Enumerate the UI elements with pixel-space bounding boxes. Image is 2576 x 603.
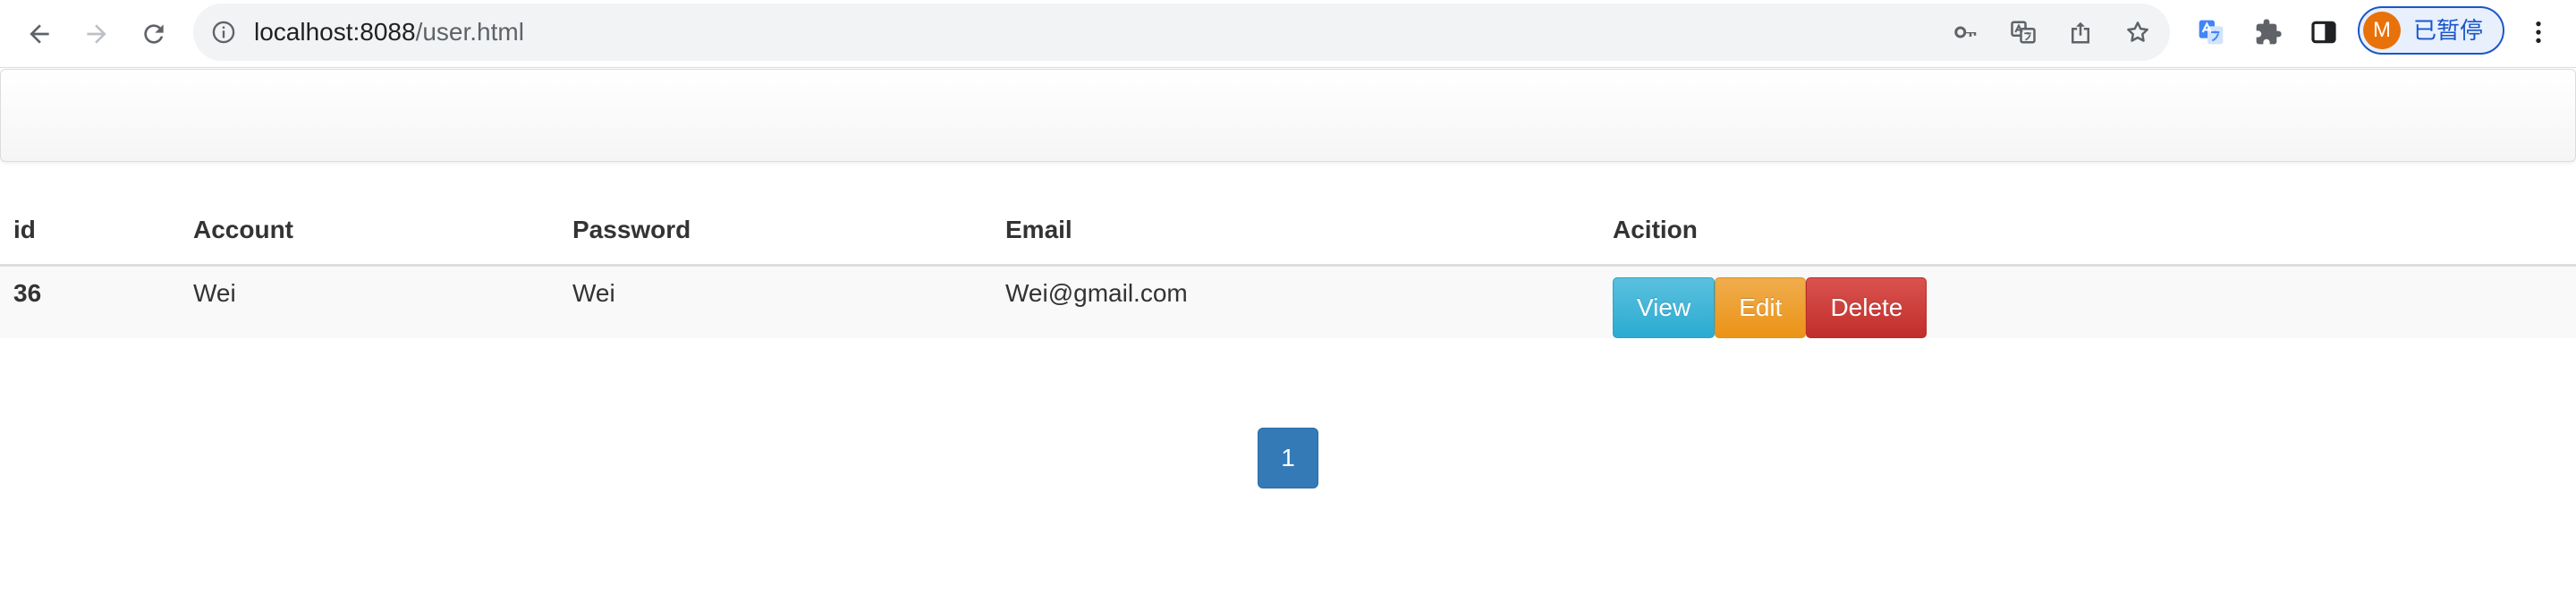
cell-password: Wei [559,265,992,338]
translate-button[interactable] [2007,16,2039,48]
page-navbar [0,69,2576,162]
cell-actions: View Edit Delete [1599,265,2576,338]
header-account: Account [180,197,559,267]
user-table: id Account Password Email Acition 36 Wei… [0,197,2576,338]
cell-account: Wei [180,265,559,338]
side-panel-icon [2311,21,2336,44]
address-bar[interactable]: localhost:8088/user.html [193,4,2170,61]
puzzle-icon [2256,19,2282,45]
header-id: id [0,197,180,267]
pagination-page-1[interactable]: 1 [1258,428,1318,488]
edit-button[interactable]: Edit [1715,276,1807,338]
avatar: M [2363,12,2401,49]
password-manager-button[interactable] [1950,16,1982,48]
header-password: Password [559,197,992,267]
cell-email: Wei@gmail.com [992,265,1599,338]
url-text[interactable]: localhost:8088/user.html [254,4,524,61]
back-arrow-icon [30,24,49,44]
profile-status-label: 已暂停 [2413,17,2484,44]
url-host: localhost:8088 [254,18,416,46]
google-translate-icon [2199,20,2224,45]
forward-button[interactable] [75,13,118,55]
key-icon [1954,26,1977,38]
header-email: Email [992,197,1599,267]
browser-menu-button[interactable] [2521,14,2556,50]
table-header-row: id Account Password Email Acition [0,197,2576,267]
header-action: Acition [1599,197,2576,267]
side-panel-button[interactable] [2304,13,2343,52]
translate-icon [2011,21,2036,44]
back-button[interactable] [18,13,61,55]
view-button[interactable]: View [1613,276,1716,338]
url-path: /user.html [415,18,524,46]
star-icon [2127,21,2148,42]
reload-button[interactable] [132,13,175,55]
cell-id: 36 [0,265,180,338]
reload-icon [144,24,164,44]
profile-button[interactable]: M 已暂停 [2358,6,2504,55]
google-translate-extension[interactable] [2191,13,2231,52]
share-button[interactable] [2064,16,2097,48]
bookmark-button[interactable] [2122,16,2154,48]
table-row: 36 Wei Wei Wei@gmail.com View Edit Delete [0,265,2576,338]
browser-toolbar: localhost:8088/user.html M 已暂停 [0,0,2576,68]
forward-arrow-icon [87,24,106,44]
delete-button[interactable]: Delete [1806,276,1928,338]
extensions-button[interactable] [2249,13,2288,52]
kebab-menu-icon [2536,21,2541,43]
share-icon [2072,21,2089,44]
info-icon[interactable] [211,20,236,45]
